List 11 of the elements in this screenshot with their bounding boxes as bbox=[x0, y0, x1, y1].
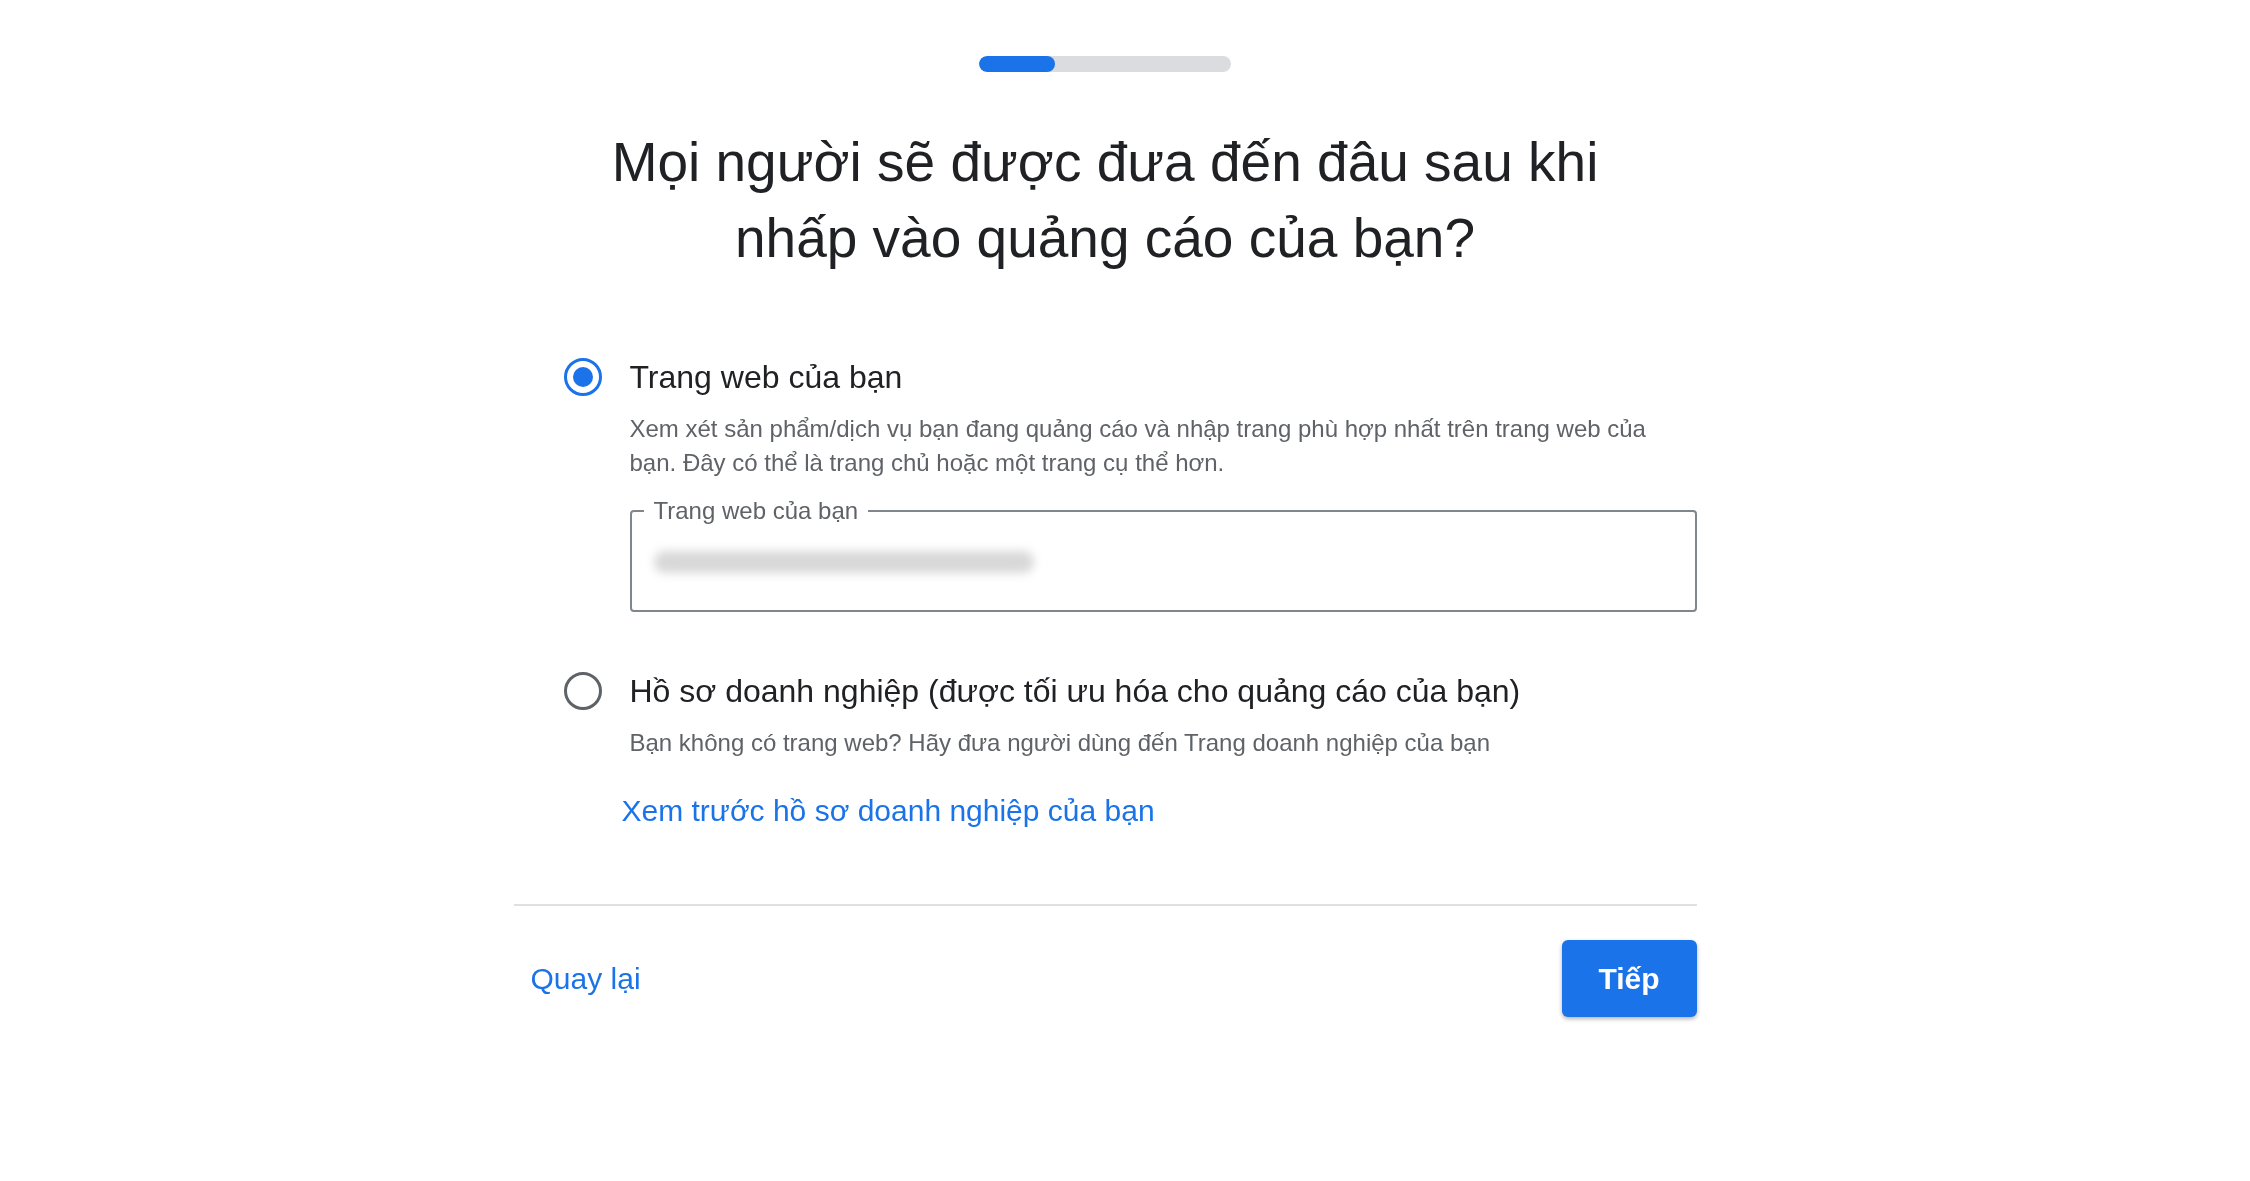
back-link[interactable]: Quay lại bbox=[530, 961, 641, 996]
option-label: Trang web của bạn bbox=[629, 358, 903, 396]
option-label: Hồ sơ doanh nghiệp (được tối ưu hóa cho quảng cáo của bạn) bbox=[629, 672, 1521, 710]
next-button[interactable]: Tiếp bbox=[1561, 940, 1697, 1017]
radio-button[interactable] bbox=[563, 358, 602, 396]
option-description: Bạn không có trang web? Hãy đưa người dùng đến Trang doanh nghiệp của bạn bbox=[629, 728, 1491, 758]
page-title: Mọi người sẽ được đưa đến đâu sau khi nhấp vào quảng cáo của bạn? bbox=[610, 130, 1600, 271]
preview-link[interactable]: Xem trước hồ sơ doanh nghiệp của bạn bbox=[621, 794, 1155, 828]
website-field[interactable]: Trang web của bạn bbox=[629, 496, 1697, 612]
option-description: Xem xét sản phẩm/dịch vụ bạn đang quảng cáo và nhập trang phù hợp nhất trên trang web của bạn. Đây có thể là trang chủ hoặc một trang cụ thể hơn. bbox=[629, 414, 1647, 478]
radio-button[interactable] bbox=[563, 672, 602, 710]
